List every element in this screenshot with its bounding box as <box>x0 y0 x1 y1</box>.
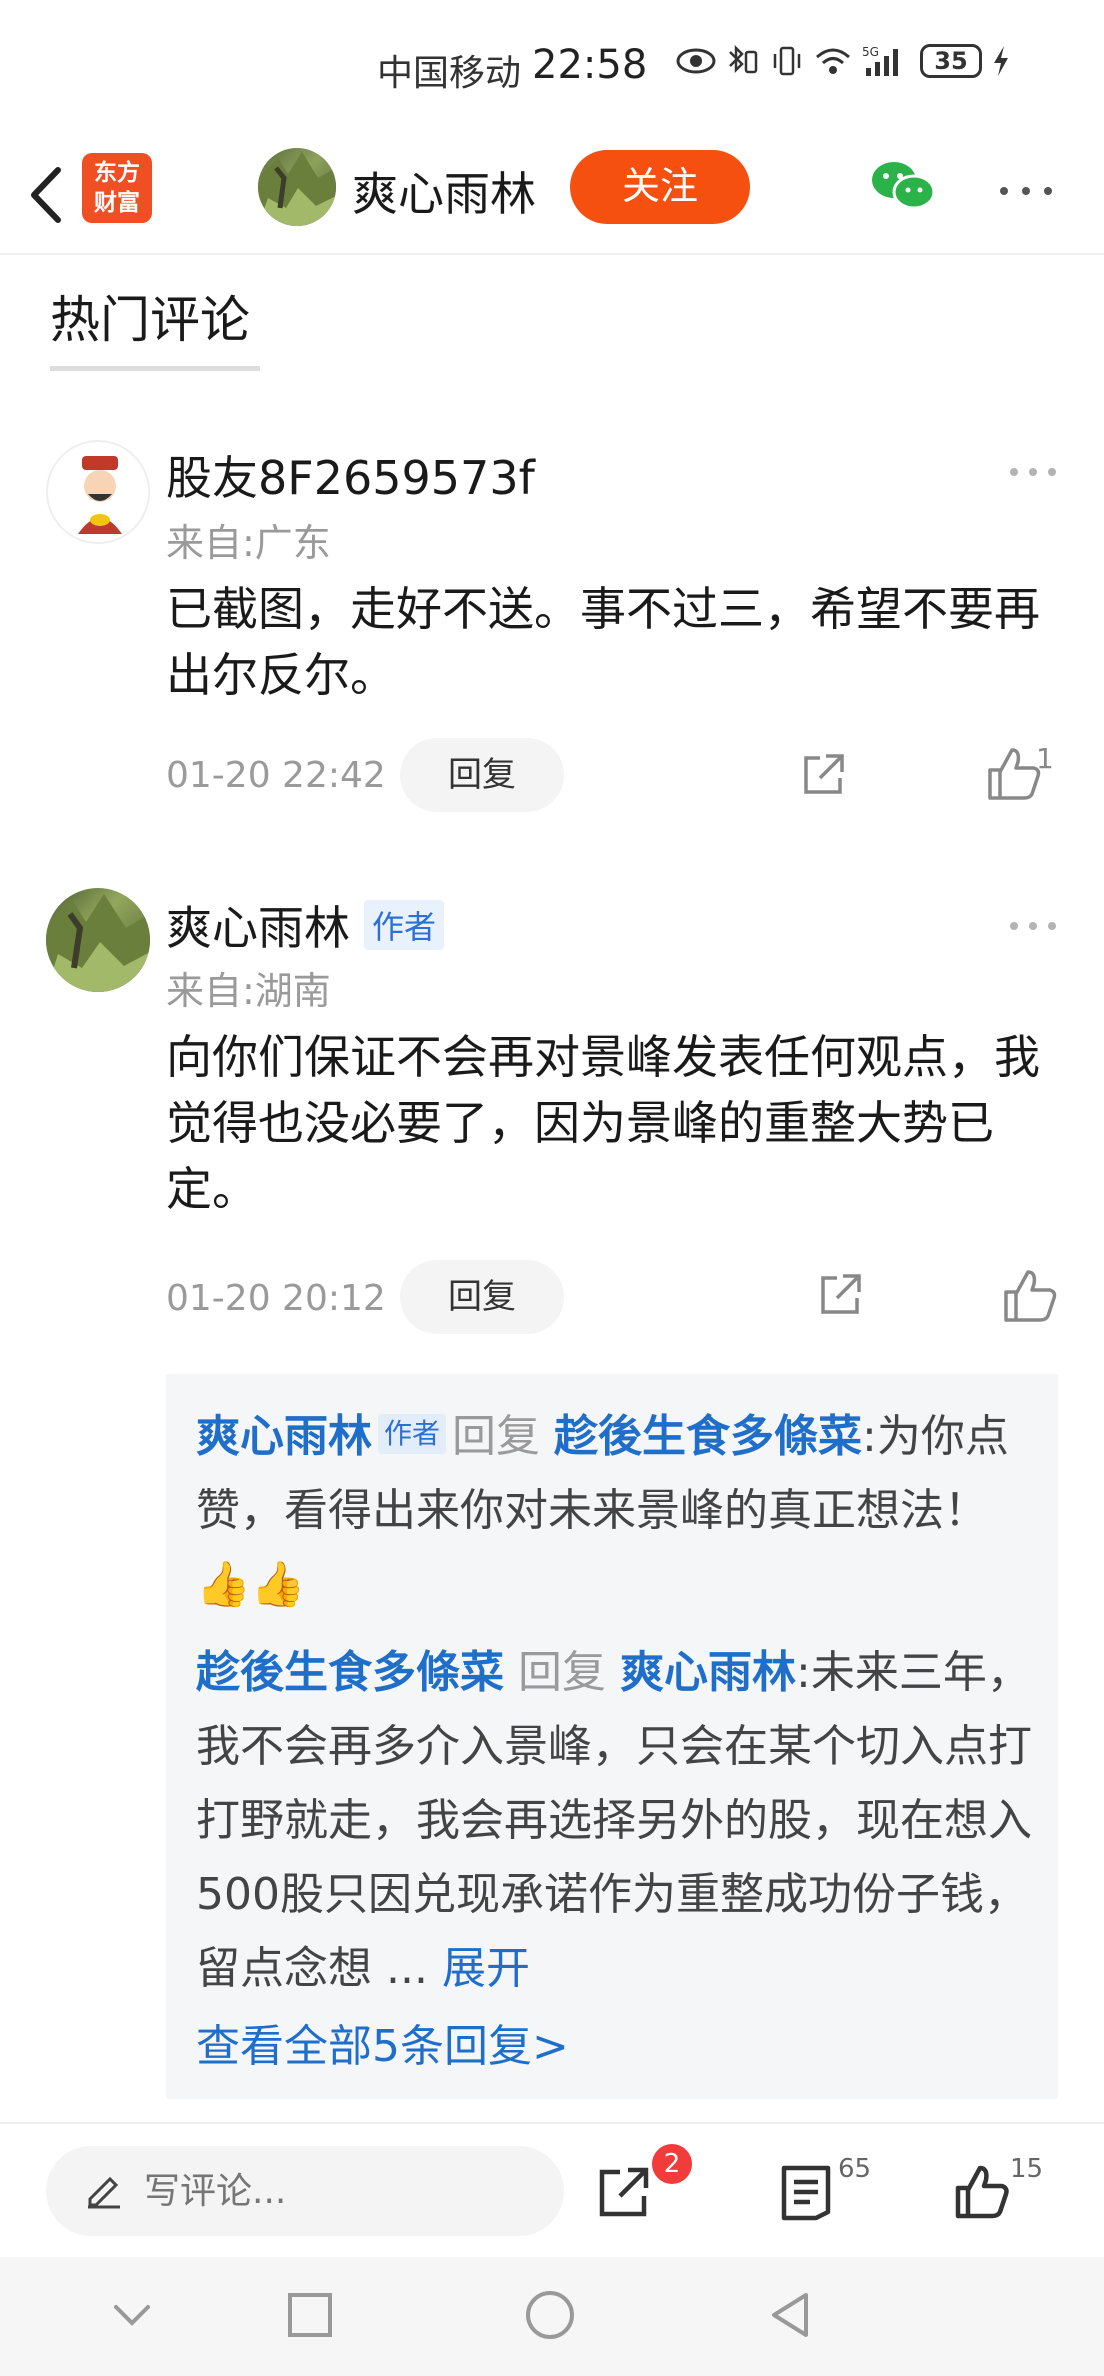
comment-more-icon[interactable] <box>1008 904 1058 942</box>
scroll-ghost-divider <box>50 360 260 372</box>
author-name[interactable]: 爽心雨林 <box>352 158 536 224</box>
reply-button[interactable]: 回复 <box>400 738 564 812</box>
back-triangle-icon[interactable] <box>762 2287 818 2343</box>
landscape-image <box>46 894 150 992</box>
author-avatar[interactable] <box>258 148 336 226</box>
clock: 22:58 <box>532 42 648 88</box>
carrier-label: 中国移动 <box>377 53 522 94</box>
comment-more-icon[interactable] <box>1008 450 1058 488</box>
more-options-icon[interactable] <box>996 170 1056 200</box>
top-nav-bar: 东方 财富 爽心雨林 关注 <box>0 140 1104 255</box>
chevron-down-icon[interactable] <box>104 2287 160 2343</box>
follow-button[interactable]: 关注 <box>570 150 750 224</box>
share-count-badge: 2 <box>652 2144 692 2184</box>
reply-text: :未来三年，我不会再多介入景峰，只会在某个切入点打打野就走，我会再选择另外的股，… <box>196 1647 1032 1994</box>
comment-time: 01-20 20:12 <box>166 1278 386 1319</box>
share-icon[interactable] <box>815 1270 865 1320</box>
comments-list-icon[interactable] <box>776 2162 836 2222</box>
like-thumb-icon[interactable] <box>984 744 1044 804</box>
wechat-icon[interactable] <box>870 158 936 214</box>
reply-item[interactable]: 爽心雨林 作者 回复 趁後生食多條菜:为你点赞，看得出来你对未来景峰的真正想法！👍👍 <box>196 1400 1042 1622</box>
app-logo[interactable]: 东方 财富 <box>82 153 152 223</box>
recents-square-icon[interactable] <box>282 2287 338 2343</box>
reply-to-user[interactable]: 爽心雨林 <box>620 1647 796 1698</box>
reply-button[interactable]: 回复 <box>400 1260 564 1334</box>
comment-time: 01-20 22:42 <box>166 755 386 796</box>
bluetooth-battery-icon <box>729 44 758 74</box>
like-thumb-icon[interactable] <box>952 2162 1012 2222</box>
comment-author[interactable]: 爽心雨林 作者 <box>166 892 445 958</box>
like-count: 1 <box>1036 742 1054 775</box>
comment-count: 65 <box>838 2154 872 2184</box>
view-all-replies-link[interactable]: 查看全部5条回复> <box>196 2010 569 2074</box>
reply-verb: 回复 <box>452 1411 541 1462</box>
comment-text: 向你们保证不会再对景峰发表任何观点，我觉得也没必要了，因为景峰的重整大势已定。 <box>166 1030 1040 1216</box>
author-name-text: 爽心雨林 <box>166 901 350 955</box>
section-title: 热门评论 <box>50 291 250 349</box>
comment-author[interactable]: 股友8F2659573f <box>166 442 535 508</box>
logo-line-1: 东方 <box>94 160 140 186</box>
bottom-action-bar: 2 65 15 <box>0 2122 1104 2257</box>
reply-item[interactable]: 趁後生食多條菜 回复 爽心雨林:未来三年，我不会再多介入景峰，只会在某个切入点打… <box>196 1636 1042 2006</box>
like-thumb-icon[interactable] <box>1000 1266 1060 1326</box>
share-icon[interactable] <box>594 2162 654 2222</box>
author-badge: 作者 <box>378 1414 447 1454</box>
fortune-god-avatar-image <box>50 444 148 542</box>
user-avatar[interactable] <box>46 440 150 544</box>
like-count: 15 <box>1010 2154 1044 2184</box>
charging-icon <box>994 46 1008 76</box>
share-icon[interactable] <box>798 750 848 800</box>
author-badge: 作者 <box>364 900 445 950</box>
comment-location: 来自:湖南 <box>166 969 331 1013</box>
system-navigation-bar <box>0 2257 1104 2376</box>
reply-from-user[interactable]: 爽心雨林 <box>196 1411 372 1462</box>
user-avatar[interactable] <box>46 888 150 992</box>
back-arrow-icon[interactable] <box>22 160 72 230</box>
status-icons: 5G 35 <box>676 44 1010 78</box>
expand-link[interactable]: 展开 <box>442 1943 530 1994</box>
svg-text:5G: 5G <box>862 45 879 59</box>
replies-box: 爽心雨林 作者 回复 趁後生食多條菜:为你点赞，看得出来你对未来景峰的真正想法！👍👍… <box>166 1374 1058 2099</box>
vibrate-icon <box>773 46 801 76</box>
eye-icon <box>676 48 716 74</box>
logo-line-2: 财富 <box>94 190 140 216</box>
comment-location: 来自:广东 <box>166 521 331 565</box>
pen-icon <box>88 2176 120 2209</box>
reply-to-user[interactable]: 趁後生食多條菜 <box>554 1411 862 1462</box>
home-circle-icon[interactable] <box>522 2287 578 2343</box>
reply-verb: 回复 <box>518 1647 606 1698</box>
wifi-icon <box>816 48 850 74</box>
status-bar: 中国移动 22:58 5G 35 <box>0 0 1104 140</box>
comment-text: 已截图，走好不送。事不过三，希望不要再出尔反尔。 <box>166 582 1040 702</box>
landscape-image <box>258 152 336 226</box>
signal-5g-icon: 5G <box>862 45 898 76</box>
battery-indicator: 35 <box>920 44 982 78</box>
reply-from-user[interactable]: 趁後生食多條菜 <box>196 1647 504 1698</box>
